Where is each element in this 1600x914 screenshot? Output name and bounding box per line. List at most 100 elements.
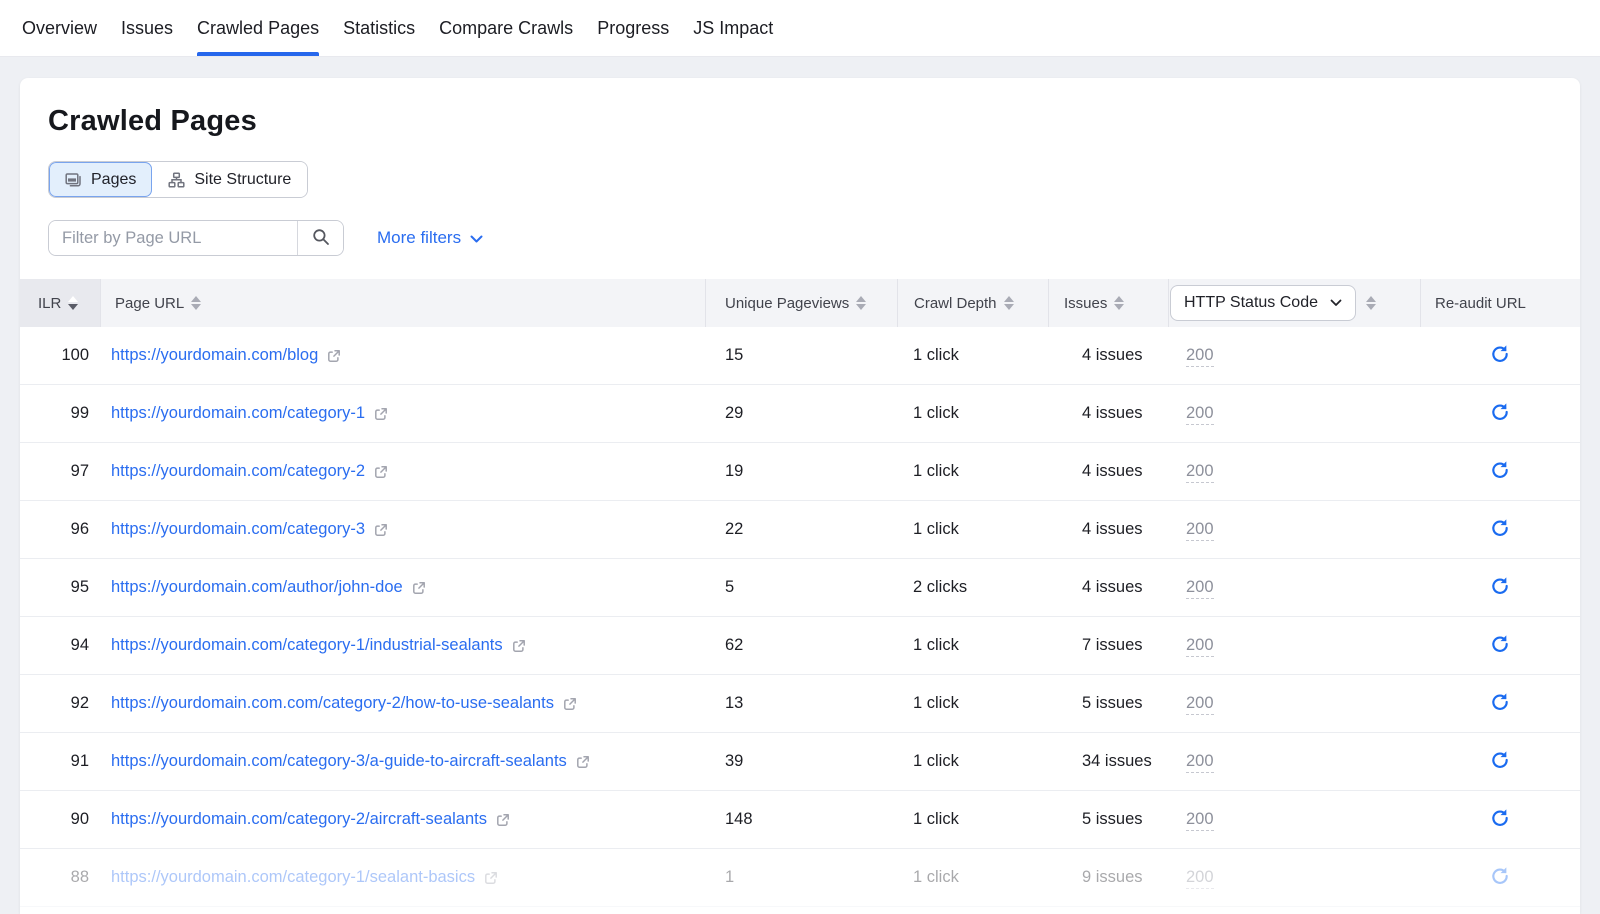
- re-audit-button[interactable]: [1486, 340, 1514, 371]
- column-header-crawl-depth[interactable]: Crawl Depth: [897, 279, 1048, 327]
- sort-icon-page-url[interactable]: [191, 296, 201, 310]
- nav-tab-label: Crawled Pages: [197, 18, 319, 39]
- page-url-link[interactable]: https://yourdomain.com/category-3: [111, 520, 365, 539]
- external-link-icon[interactable]: [374, 523, 388, 537]
- column-header-unique-pageviews[interactable]: Unique Pageviews: [705, 279, 897, 327]
- external-link-icon[interactable]: [374, 465, 388, 479]
- column-header-issues[interactable]: Issues: [1048, 279, 1168, 327]
- crawl-depth-value: 1 click: [897, 404, 1048, 423]
- pages-toggle-button[interactable]: Pages: [49, 162, 152, 197]
- unique-pageviews-value: 29: [705, 404, 897, 423]
- external-link-icon[interactable]: [484, 871, 498, 885]
- page-url-link[interactable]: https://yourdomain.com/category-2/aircra…: [111, 810, 487, 829]
- http-status-value[interactable]: 200: [1186, 346, 1214, 367]
- issues-value: 9 issues: [1048, 868, 1168, 887]
- nav-tab-label: JS Impact: [693, 18, 773, 39]
- table-row: 95 https://yourdomain.com/author/john-do…: [20, 559, 1580, 617]
- nav-tab[interactable]: Crawled Pages: [197, 0, 319, 56]
- nav-tab-label: Issues: [121, 18, 173, 39]
- nav-tab[interactable]: Compare Crawls: [439, 0, 573, 56]
- chevron-down-icon: [1330, 294, 1342, 312]
- re-audit-button[interactable]: [1486, 456, 1514, 487]
- nav-tab[interactable]: JS Impact: [693, 0, 773, 56]
- page-url-filter-input[interactable]: [49, 221, 297, 255]
- page-url-link[interactable]: https://yourdomain.com/category-2: [111, 462, 365, 481]
- http-status-value[interactable]: 200: [1186, 636, 1214, 657]
- re-audit-button[interactable]: [1486, 804, 1514, 835]
- http-status-value[interactable]: 200: [1186, 520, 1214, 541]
- unique-pageviews-value: 62: [705, 636, 897, 655]
- nav-tab[interactable]: Statistics: [343, 0, 415, 56]
- issues-value: 4 issues: [1048, 462, 1168, 481]
- table-row: 97 https://yourdomain.com/category-2 19 …: [20, 443, 1580, 501]
- page-url-link[interactable]: https://yourdomain.com/author/john-doe: [111, 578, 403, 597]
- http-status-value[interactable]: 200: [1186, 752, 1214, 773]
- refresh-icon: [1490, 634, 1510, 657]
- http-status-value[interactable]: 200: [1186, 694, 1214, 715]
- ilr-value: 94: [20, 636, 100, 655]
- http-status-value[interactable]: 200: [1186, 462, 1214, 483]
- page-url-link[interactable]: https://yourdomain.com/blog: [111, 346, 318, 365]
- table-row: 92 https://yourdomain.com.com/category-2…: [20, 675, 1580, 733]
- page-url-link[interactable]: https://yourdomain.com/category-1/sealan…: [111, 868, 475, 887]
- re-audit-button[interactable]: [1486, 688, 1514, 719]
- http-status-code-dropdown[interactable]: HTTP Status Code: [1170, 285, 1356, 321]
- table-row: 99 https://yourdomain.com/category-1 29 …: [20, 385, 1580, 443]
- external-link-icon[interactable]: [563, 697, 577, 711]
- column-header-page-url[interactable]: Page URL: [100, 279, 705, 327]
- re-audit-button[interactable]: [1486, 862, 1514, 893]
- table-row: 94 https://yourdomain.com/category-1/ind…: [20, 617, 1580, 675]
- ilr-value: 91: [20, 752, 100, 771]
- ilr-value: 99: [20, 404, 100, 423]
- external-link-icon[interactable]: [496, 813, 510, 827]
- filter-row: More filters: [48, 220, 1580, 256]
- http-status-value[interactable]: 200: [1186, 810, 1214, 831]
- external-link-icon[interactable]: [576, 755, 590, 769]
- pages-toggle-label: Pages: [91, 171, 136, 189]
- issues-value: 4 issues: [1048, 578, 1168, 597]
- chevron-down-icon: [470, 228, 483, 248]
- re-audit-button[interactable]: [1486, 746, 1514, 777]
- nav-tab[interactable]: Issues: [121, 0, 173, 56]
- nav-tab[interactable]: Overview: [22, 0, 97, 56]
- refresh-icon: [1490, 808, 1510, 831]
- more-filters-button[interactable]: More filters: [377, 228, 483, 248]
- page-url-link[interactable]: https://yourdomain.com.com/category-2/ho…: [111, 694, 554, 713]
- page-url-link[interactable]: https://yourdomain.com/category-3/a-guid…: [111, 752, 567, 771]
- crawled-pages-card: Crawled Pages Pages Site: [20, 78, 1580, 914]
- re-audit-button[interactable]: [1486, 514, 1514, 545]
- http-status-value[interactable]: 200: [1186, 404, 1214, 425]
- ilr-value: 96: [20, 520, 100, 539]
- nav-tab-label: Overview: [22, 18, 97, 39]
- sort-icon-issues[interactable]: [1114, 296, 1124, 310]
- sort-icon-unique-pageviews[interactable]: [856, 296, 866, 310]
- column-header-http-status: HTTP Status Code: [1168, 279, 1420, 327]
- nav-tab-label: Progress: [597, 18, 669, 39]
- search-button[interactable]: [297, 221, 343, 255]
- crawl-depth-value: 1 click: [897, 462, 1048, 481]
- sort-icon-ilr[interactable]: [68, 296, 78, 310]
- issues-value: 4 issues: [1048, 520, 1168, 539]
- ilr-value: 88: [20, 868, 100, 887]
- table-body: 100 https://yourdomain.com/blog 15 1 cli…: [20, 327, 1580, 907]
- external-link-icon[interactable]: [374, 407, 388, 421]
- http-status-value[interactable]: 200: [1186, 578, 1214, 599]
- http-status-value[interactable]: 200: [1186, 868, 1214, 889]
- external-link-icon[interactable]: [327, 349, 341, 363]
- nav-tab[interactable]: Progress: [597, 0, 669, 56]
- external-link-icon[interactable]: [412, 581, 426, 595]
- sort-icon-crawl-depth[interactable]: [1004, 296, 1014, 310]
- re-audit-button[interactable]: [1486, 398, 1514, 429]
- page-title: Crawled Pages: [48, 105, 1580, 138]
- re-audit-button[interactable]: [1486, 630, 1514, 661]
- page-url-link[interactable]: https://yourdomain.com/category-1/indust…: [111, 636, 503, 655]
- page-url-link[interactable]: https://yourdomain.com/category-1: [111, 404, 365, 423]
- site-structure-toggle-button[interactable]: Site Structure: [152, 162, 307, 197]
- column-header-ilr[interactable]: ILR: [20, 279, 100, 327]
- re-audit-button[interactable]: [1486, 572, 1514, 603]
- nav-tab-label: Compare Crawls: [439, 18, 573, 39]
- unique-pageviews-value: 13: [705, 694, 897, 713]
- sort-icon-http-status[interactable]: [1366, 296, 1376, 310]
- external-link-icon[interactable]: [512, 639, 526, 653]
- table-row: 96 https://yourdomain.com/category-3 22 …: [20, 501, 1580, 559]
